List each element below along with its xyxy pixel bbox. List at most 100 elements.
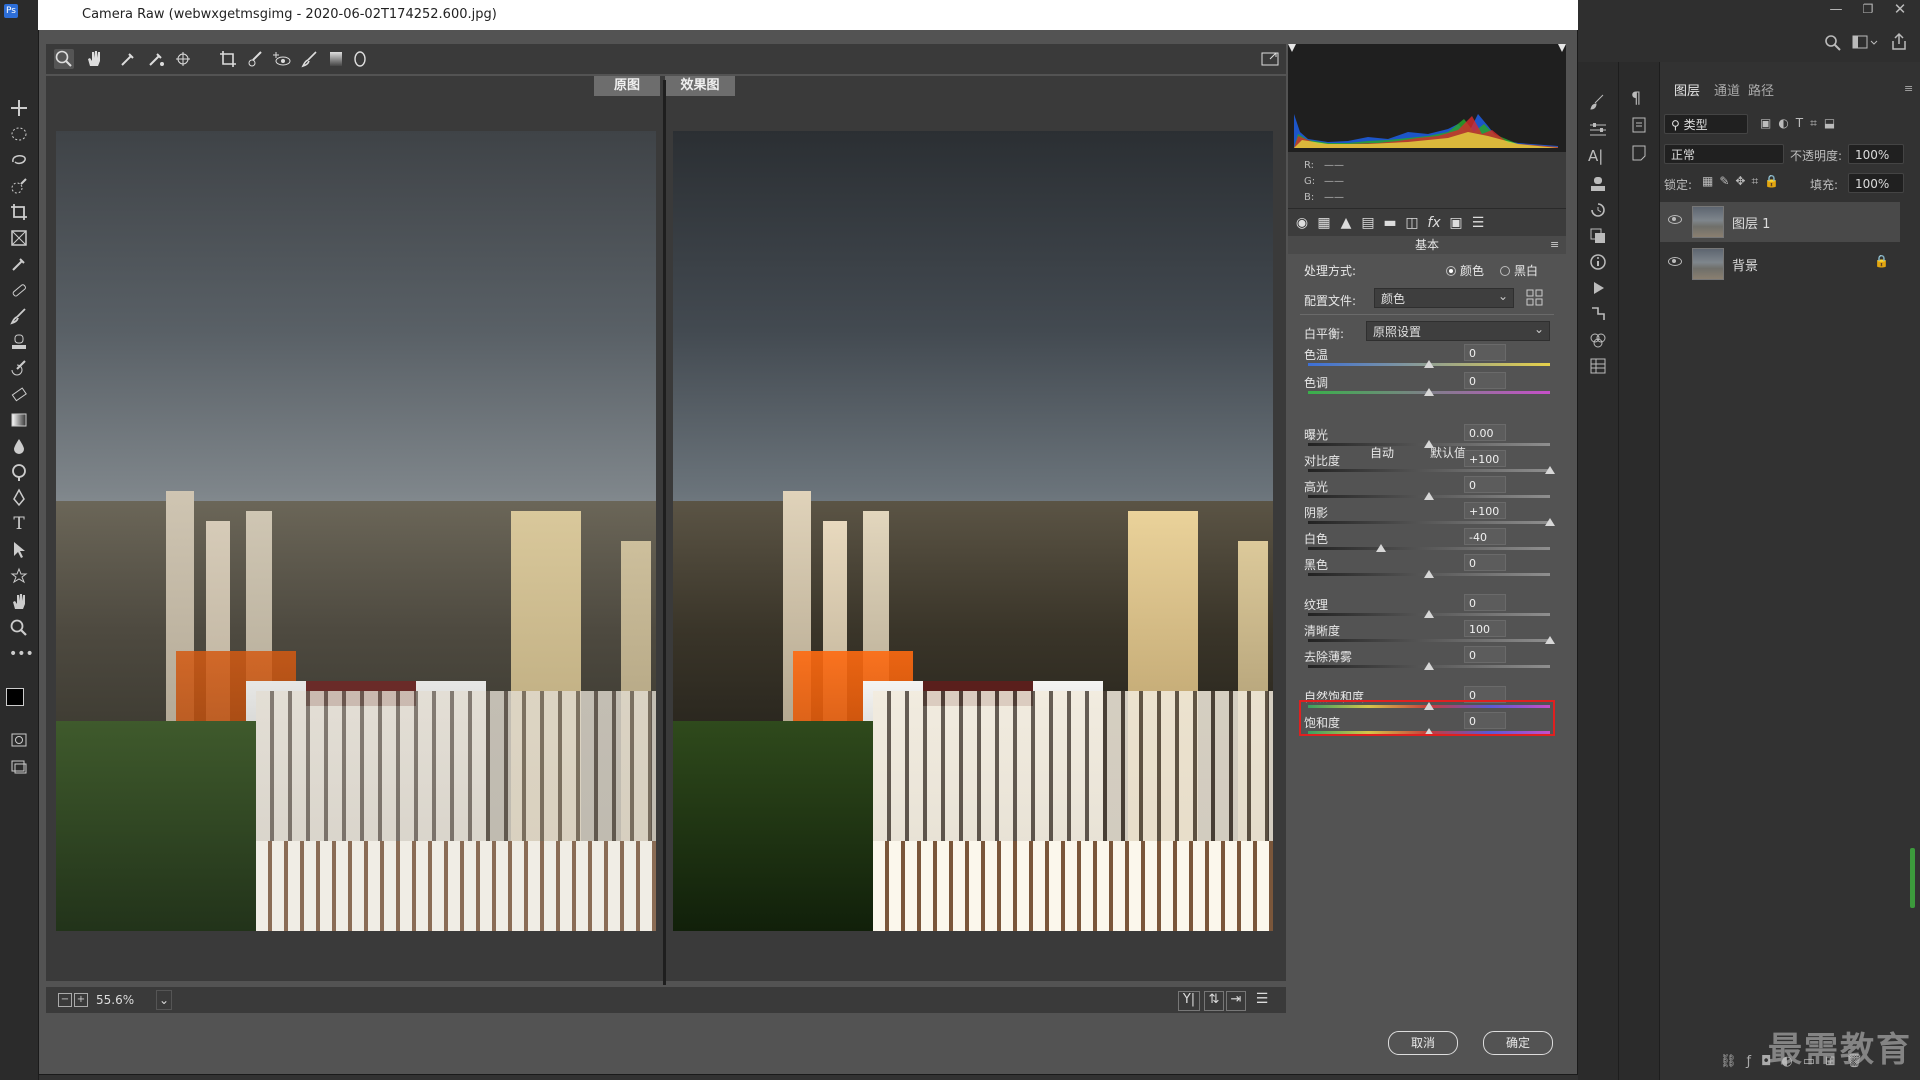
history-icon[interactable] [1588,200,1608,220]
info-icon[interactable] [1588,252,1608,272]
close-icon[interactable]: ✕ [1890,0,1910,18]
search-icon[interactable] [1824,34,1842,52]
lens-corrections-icon[interactable]: ◫ [1404,215,1420,231]
slider-thumb[interactable] [1424,440,1434,448]
zoom-tool-icon[interactable] [9,618,29,638]
slider-thumb[interactable] [1545,466,1555,474]
tab-paths[interactable]: 路径 [1748,80,1774,99]
targeted-adjustment-tool-icon[interactable] [174,49,194,69]
blur-tool-icon[interactable] [9,436,29,456]
clone-source-icon[interactable] [1588,174,1608,194]
lasso-tool-icon[interactable] [9,150,29,170]
slider-value-field[interactable]: -40 [1464,528,1506,545]
tab-after[interactable]: 效果图 [665,76,735,96]
adjustments-icon[interactable] [1588,120,1608,140]
crop-tool-icon[interactable] [218,49,238,69]
ok-button[interactable]: 确定 [1483,1031,1553,1055]
slider-value-field[interactable]: 0 [1464,372,1506,389]
gradient-tool-icon[interactable] [9,410,29,430]
slider-track[interactable] [1308,547,1550,550]
zoom-in-button[interactable]: + [74,993,88,1007]
fill-field[interactable]: 100% [1848,173,1904,193]
slider-thumb[interactable] [1424,492,1434,500]
slider-thumb[interactable] [1424,570,1434,578]
panel-menu-icon[interactable]: ≡ [1550,238,1559,251]
adjustment-brush-icon[interactable] [300,49,320,69]
zoom-out-button[interactable]: − [58,993,72,1007]
graduated-filter-icon[interactable] [326,49,346,69]
color-sampler-tool-icon[interactable] [146,49,166,69]
before-after-toggle-icon[interactable]: Y| [1178,991,1200,1011]
minimize-icon[interactable]: — [1826,2,1846,18]
channels-icon[interactable] [1588,330,1608,350]
actions-play-icon[interactable] [1588,278,1608,298]
more-tools-icon[interactable]: ••• [9,644,34,664]
cancel-button[interactable]: 取消 [1388,1031,1458,1055]
slider-value-field[interactable]: +100 [1464,450,1506,467]
slider-thumb[interactable] [1545,518,1555,526]
paths-icon[interactable] [1588,304,1608,324]
slider-value-field[interactable]: 0 [1464,594,1506,611]
healing-brush-tool-icon[interactable] [9,280,29,300]
character-icon[interactable]: A| [1588,146,1608,166]
eraser-tool-icon[interactable] [9,384,29,404]
hand-tool-icon[interactable] [9,592,29,612]
spot-removal-tool-icon[interactable] [246,49,266,69]
color-radio[interactable] [1446,266,1456,276]
zoom-level-select[interactable]: 55.6% ⌄ [96,990,206,1010]
profile-browser-grid-icon[interactable] [1526,289,1544,307]
bw-radio[interactable] [1500,266,1510,276]
visibility-eye-icon[interactable] [1668,257,1682,266]
copy-settings-icon[interactable]: ⇥ [1226,991,1246,1011]
quick-mask-icon[interactable] [9,730,29,750]
table-icon[interactable] [1588,356,1608,376]
brush-tool-icon[interactable] [9,306,29,326]
opacity-field[interactable]: 100% [1848,144,1904,164]
brush-settings-icon[interactable] [1588,92,1608,112]
basic-panel-icon[interactable]: ◉ [1294,215,1310,231]
slider-thumb[interactable] [1424,662,1434,670]
slider-value-field[interactable]: 0 [1464,344,1506,361]
clone-stamp-tool-icon[interactable] [9,332,29,352]
slider-value-field[interactable]: 0 [1464,476,1506,493]
type-tool-icon[interactable]: T [9,514,29,534]
slider-track[interactable] [1308,639,1550,642]
slider-thumb[interactable] [1424,610,1434,618]
slider-track[interactable] [1308,521,1550,524]
full-screen-icon[interactable] [1260,49,1280,69]
workspace-icon[interactable] [1852,34,1878,52]
swap-settings-icon[interactable]: ⇅ [1204,991,1224,1011]
properties-icon[interactable] [1630,116,1648,134]
presets-icon[interactable]: ☰ [1470,215,1486,231]
preview-preferences-icon[interactable]: ☰ [1252,991,1272,1009]
history-brush-tool-icon[interactable] [9,358,29,378]
layer-row[interactable]: 图层 1 [1660,202,1900,242]
effects-fx-icon[interactable]: fx [1426,215,1442,231]
marquee-tool-icon[interactable] [9,124,29,144]
tab-channels[interactable]: 通道 [1714,80,1740,99]
slider-value-field[interactable]: +100 [1464,502,1506,519]
frame-tool-icon[interactable] [9,228,29,248]
slider-thumb[interactable] [1375,544,1386,552]
custom-shape-tool-icon[interactable] [9,566,29,586]
slider-value-field[interactable]: 0.00 [1464,424,1506,441]
notes-icon[interactable] [1630,144,1648,162]
detail-icon[interactable]: ▲ [1338,215,1354,231]
panel-menu-icon[interactable]: ≡ [1904,82,1914,95]
share-icon[interactable] [1890,32,1908,52]
hsl-icon[interactable]: ▤ [1360,215,1376,231]
slider-thumb[interactable] [1545,636,1555,644]
slider-value-field[interactable]: 0 [1464,554,1506,571]
radial-filter-icon[interactable] [350,49,370,69]
scrollbar-indicator[interactable] [1910,848,1915,908]
blend-mode-select[interactable]: 正常 [1664,144,1784,164]
hand-tool-icon[interactable] [84,49,104,69]
screen-mode-icon[interactable] [9,756,29,776]
white-balance-tool-icon[interactable] [118,49,138,69]
layer-row[interactable]: 背景 🔒 [1660,244,1900,284]
eyedropper-tool-icon[interactable] [9,254,29,274]
slider-thumb[interactable] [1424,360,1434,368]
lock-icons[interactable]: ▦✎✥⌗🔒 [1702,174,1802,190]
tab-before[interactable]: 原图 [594,76,660,96]
quick-selection-tool-icon[interactable] [9,176,29,196]
